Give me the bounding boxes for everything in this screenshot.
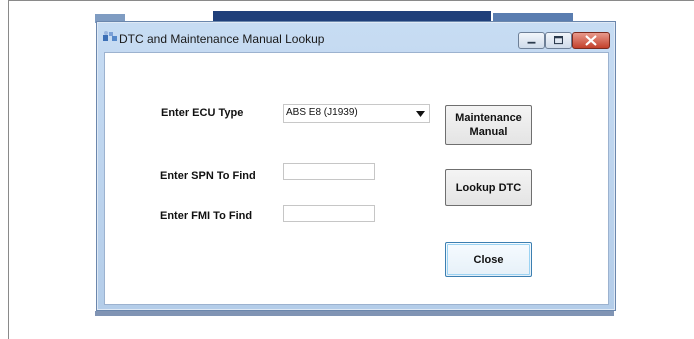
page-frame-top (8, 0, 694, 1)
ecu-type-value: ABS E8 (J1939) (286, 107, 358, 118)
maintenance-manual-label-line2: Manual (469, 126, 508, 138)
lookup-dialog: DTC and Maintenance Manual Lookup Enter … (96, 21, 616, 311)
page-frame-left (8, 0, 9, 339)
background-stripe (95, 311, 614, 316)
maintenance-manual-label: Maintenance Manual (455, 111, 522, 139)
lookup-dtc-button[interactable]: Lookup DTC (445, 169, 532, 206)
title-bar[interactable]: DTC and Maintenance Manual Lookup (97, 22, 615, 50)
ecu-type-label: Enter ECU Type (161, 107, 244, 119)
maximize-button[interactable] (545, 32, 572, 49)
dialog-client-area: Enter ECU Type ABS E8 (J1939) Enter SPN … (104, 52, 609, 305)
close-button[interactable]: Close (445, 242, 532, 277)
spn-input[interactable] (283, 163, 375, 180)
close-window-button[interactable] (572, 32, 610, 49)
chevron-down-icon (416, 111, 425, 117)
close-icon (585, 35, 597, 46)
minimize-icon (527, 41, 536, 44)
window-title: DTC and Maintenance Manual Lookup (119, 32, 325, 46)
ecu-type-select[interactable]: ABS E8 (J1939) (283, 104, 430, 123)
maintenance-manual-button[interactable]: Maintenance Manual (445, 105, 532, 145)
app-icon (103, 31, 117, 41)
minimize-button[interactable] (518, 32, 545, 49)
fmi-label: Enter FMI To Find (160, 210, 253, 222)
close-button-label: Close (473, 253, 504, 266)
fmi-input[interactable] (283, 205, 375, 222)
maintenance-manual-label-line1: Maintenance (455, 112, 522, 124)
maximize-icon (554, 36, 563, 45)
spn-label: Enter SPN To Find (160, 170, 256, 182)
lookup-dtc-label: Lookup DTC (455, 181, 522, 194)
